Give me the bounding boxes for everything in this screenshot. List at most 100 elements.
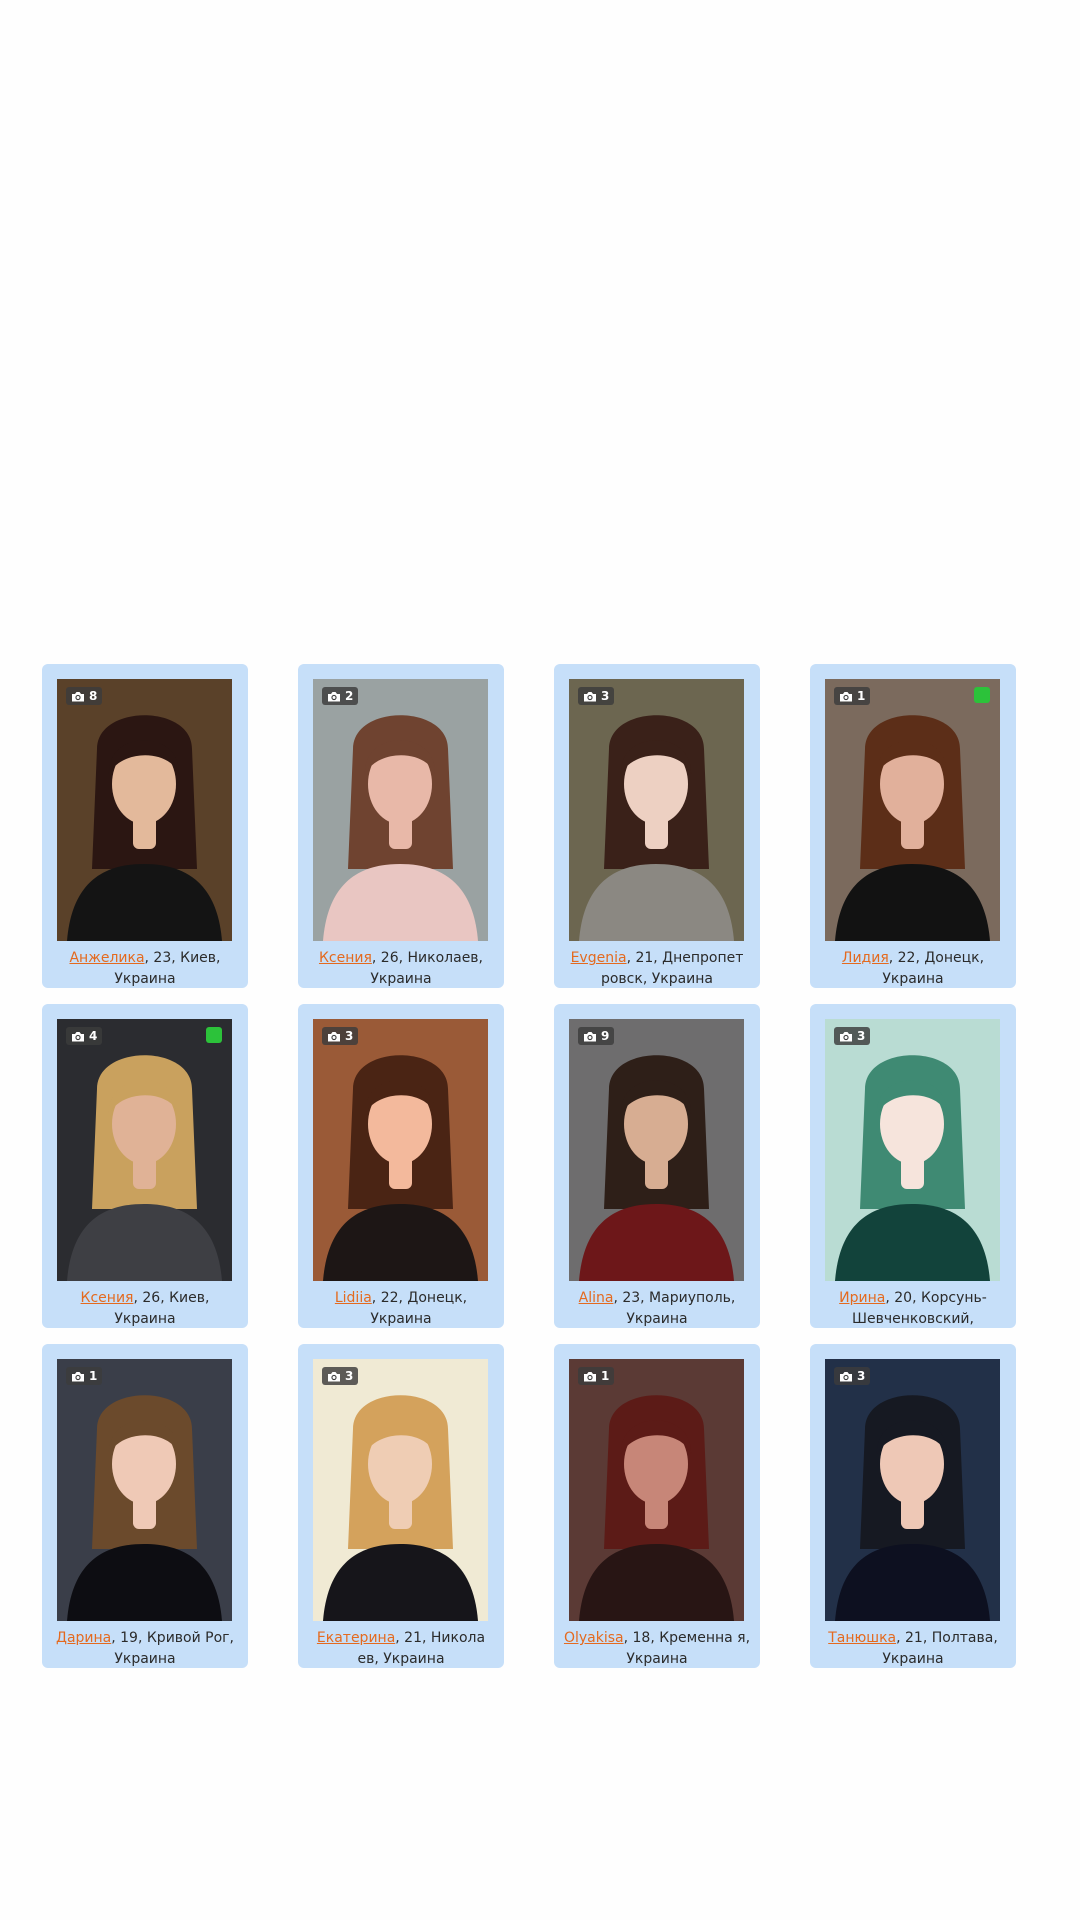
- profile-name-link[interactable]: Анжелика: [69, 950, 144, 966]
- profile-photo[interactable]: 3: [825, 1019, 1000, 1281]
- camera-icon: [840, 1031, 852, 1041]
- profile-photo[interactable]: 8: [57, 679, 232, 941]
- photo-count: 1: [857, 689, 866, 703]
- photo-count: 2: [345, 689, 354, 703]
- camera-icon: [584, 691, 596, 701]
- profile-name-link[interactable]: Ирина: [839, 1290, 885, 1306]
- profile-details: , 22, Донецк, Украина: [882, 950, 985, 987]
- online-status-indicator: [206, 1027, 222, 1043]
- profile-photo-image: [825, 1359, 1000, 1621]
- photo-count-badge: 3: [322, 1027, 359, 1045]
- photo-count-badge: 3: [322, 1367, 359, 1385]
- photo-count-badge: 4: [66, 1027, 103, 1045]
- photo-count: 1: [89, 1369, 98, 1383]
- profile-photo-image: [569, 1359, 744, 1621]
- profile-name-link[interactable]: Лидия: [842, 950, 889, 966]
- photo-count-badge: 1: [66, 1367, 103, 1385]
- camera-icon: [72, 1371, 84, 1381]
- profile-caption: Дарина, 19, Кривой Рог, Украина: [50, 1628, 240, 1670]
- profile-card: 4 Ксения, 26, Киев, Украина: [42, 1004, 248, 1328]
- profile-photo[interactable]: 3: [569, 679, 744, 941]
- profile-name-link[interactable]: Olyakisa: [564, 1630, 624, 1646]
- profile-caption: Lidiia, 22, Донецк, Украина: [306, 1288, 496, 1330]
- camera-icon: [840, 1371, 852, 1381]
- profile-photo-image: [57, 1019, 232, 1281]
- profile-photo[interactable]: 1: [569, 1359, 744, 1621]
- camera-icon: [584, 1031, 596, 1041]
- photo-count: 3: [345, 1369, 354, 1383]
- profile-photo-image: [313, 1019, 488, 1281]
- camera-icon: [840, 691, 852, 701]
- camera-icon: [328, 1371, 340, 1381]
- profile-card: 3 Lidiia, 22, Донецк, Украина: [298, 1004, 504, 1328]
- photo-count: 1: [601, 1369, 610, 1383]
- profile-photo-image: [825, 1019, 1000, 1281]
- profile-name-link[interactable]: Evgenia: [571, 950, 627, 966]
- online-status-indicator: [974, 687, 990, 703]
- photo-count-badge: 1: [578, 1367, 615, 1385]
- photo-count: 3: [345, 1029, 354, 1043]
- profile-photo[interactable]: 1: [825, 679, 1000, 941]
- profile-card: 9 Alina, 23, Мариуполь, Украина: [554, 1004, 760, 1328]
- profile-details: , 23, Мариуполь, Украина: [613, 1290, 736, 1327]
- profile-details: , 18, Кременна я, Украина: [623, 1630, 751, 1667]
- profile-photo[interactable]: 9: [569, 1019, 744, 1281]
- photo-count: 8: [89, 689, 98, 703]
- photo-count-badge: 9: [578, 1027, 615, 1045]
- photo-count: 4: [89, 1029, 98, 1043]
- profile-photo[interactable]: 3: [313, 1359, 488, 1621]
- camera-icon: [328, 1031, 340, 1041]
- profile-photo-image: [313, 679, 488, 941]
- profile-details: , 21, Полтава, Украина: [882, 1630, 998, 1667]
- photo-count-badge: 8: [66, 687, 103, 705]
- profile-name-link[interactable]: Ксения: [319, 950, 372, 966]
- profile-card: 1 Лидия, 22, Донецк, Украина: [810, 664, 1016, 988]
- profile-photo[interactable]: 3: [825, 1359, 1000, 1621]
- profile-photo-image: [825, 679, 1000, 941]
- profile-card: 3 Танюшка, 21, Полтава, Украина: [810, 1344, 1016, 1668]
- profile-card: 1 Дарина, 19, Кривой Рог, Украина: [42, 1344, 248, 1668]
- profile-photo-image: [313, 1359, 488, 1621]
- profile-caption: Olyakisa, 18, Кременна я, Украина: [562, 1628, 752, 1670]
- profile-name-link[interactable]: Танюшка: [828, 1630, 896, 1646]
- profile-photo[interactable]: 2: [313, 679, 488, 941]
- profile-card: 8 Анжелика, 23, Киев, Украина: [42, 664, 248, 988]
- profile-card: 3 Evgenia, 21, Днепропет ровск, Украина: [554, 664, 760, 988]
- profile-photo-image: [569, 679, 744, 941]
- profile-photo[interactable]: 3: [313, 1019, 488, 1281]
- profile-name-link[interactable]: Alina: [579, 1290, 614, 1306]
- camera-icon: [584, 1371, 596, 1381]
- profile-card: 3 Екатерина, 21, Никола ев, Украина: [298, 1344, 504, 1668]
- profile-name-link[interactable]: Екатерина: [317, 1630, 395, 1646]
- profile-name-link[interactable]: Lidiia: [335, 1290, 372, 1306]
- camera-icon: [72, 1031, 84, 1041]
- profile-caption: Екатерина, 21, Никола ев, Украина: [306, 1628, 496, 1670]
- photo-count: 3: [601, 689, 610, 703]
- photo-count: 3: [857, 1369, 866, 1383]
- profile-photo-image: [569, 1019, 744, 1281]
- profile-details: , 26, Николаев, Украина: [370, 950, 484, 987]
- photo-count: 9: [601, 1029, 610, 1043]
- profile-photo-image: [57, 679, 232, 941]
- profile-caption: Лидия, 22, Донецк, Украина: [818, 948, 1008, 990]
- photo-count-badge: 3: [578, 687, 615, 705]
- camera-icon: [72, 691, 84, 701]
- profile-details: , 19, Кривой Рог, Украина: [111, 1630, 234, 1667]
- photo-count: 3: [857, 1029, 866, 1043]
- profile-photo-image: [57, 1359, 232, 1621]
- profile-caption: Ксения, 26, Николаев, Украина: [306, 948, 496, 990]
- page: { "profiles": [ {"name": "Анжелика", "de…: [0, 0, 1080, 1920]
- photo-count-badge: 3: [834, 1367, 871, 1385]
- photo-count-badge: 1: [834, 687, 871, 705]
- profile-photo[interactable]: 1: [57, 1359, 232, 1621]
- profile-name-link[interactable]: Ксения: [81, 1290, 134, 1306]
- profile-name-link[interactable]: Дарина: [56, 1630, 111, 1646]
- profile-caption: Alina, 23, Мариуполь, Украина: [562, 1288, 752, 1330]
- profile-photo[interactable]: 4: [57, 1019, 232, 1281]
- profile-card: 1 Olyakisa, 18, Кременна я, Украина: [554, 1344, 760, 1668]
- profile-caption: Ксения, 26, Киев, Украина: [50, 1288, 240, 1330]
- profile-caption: Ирина, 20, Корсунь-Шевченковский,: [818, 1288, 1008, 1330]
- profile-card: 3 Ирина, 20, Корсунь-Шевченковский,: [810, 1004, 1016, 1328]
- profile-grid: 8 Анжелика, 23, Киев, Украина 2 Ксения, …: [42, 664, 1016, 1668]
- profile-caption: Анжелика, 23, Киев, Украина: [50, 948, 240, 990]
